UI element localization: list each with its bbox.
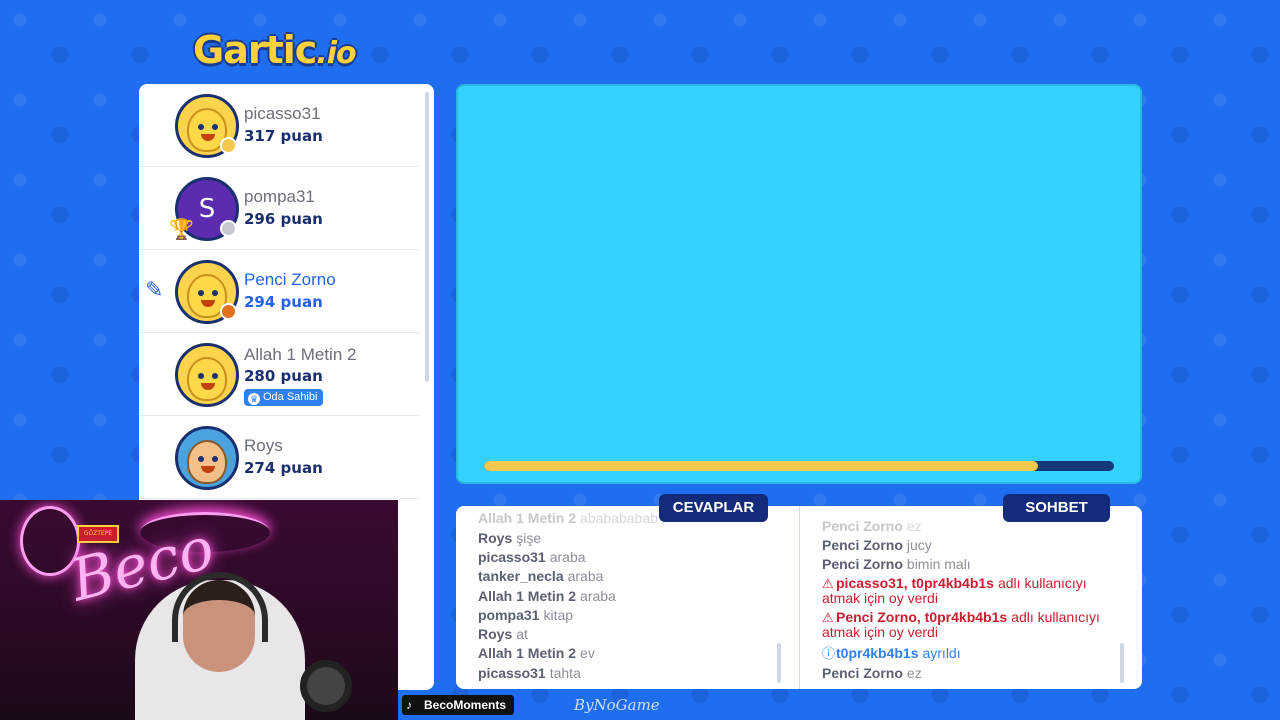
message-author: Roys	[478, 626, 513, 643]
player-score: 317 puan	[244, 127, 323, 145]
message-text: araba	[580, 587, 616, 604]
avatar	[175, 343, 239, 407]
vote-kick-message: ⚠ Penci Zorno, t0pr4kb4b1s adlı kullanıcıy…	[822, 610, 1118, 640]
message-row: picasso31 tahta	[478, 664, 775, 683]
message-text: ez	[906, 664, 922, 681]
player-score: 294 puan	[244, 293, 323, 311]
avatar-letter: S	[198, 194, 216, 224]
message-row: picasso31 araba	[478, 548, 775, 567]
message-text: bimin malı	[906, 556, 971, 573]
player-score: 280 puan	[244, 367, 323, 385]
badge-label: Oda Sahibi	[263, 391, 318, 403]
answers-scrollbar[interactable]	[777, 643, 781, 683]
player-row[interactable]: picasso31 317 puan	[139, 84, 420, 167]
player-row[interactable]: S 🏆 pompa31 296 puan	[139, 167, 420, 250]
message-text: tahta	[549, 664, 581, 681]
message-row: Roys şişe	[478, 529, 775, 548]
message-author: Allah 1 Metin 2	[478, 510, 577, 527]
message-author: picasso31	[478, 548, 546, 565]
message-row: Penci Zorno bimin malı	[822, 555, 1118, 574]
chat-scrollbar[interactable]	[1120, 643, 1124, 683]
message-text: ababababab	[580, 510, 658, 527]
trophy-icon: 🏆	[169, 217, 194, 241]
logo-text: Gartic	[193, 28, 317, 72]
vote-kick-message: ⚠ picasso31, t0pr4kb4b1s adlı kullanıcıyı …	[822, 576, 1118, 606]
message-text: at	[516, 626, 528, 643]
message-text: kitap	[543, 606, 574, 623]
answers-panel: Allah 1 Metin 2 ababababab Roys şişe picasso…	[456, 506, 799, 689]
message-author: Penci Zorno	[822, 556, 903, 573]
message-row: Roys at	[478, 625, 775, 644]
warning-icon: ⚠	[822, 610, 834, 626]
webcam-overlay: GÖZTEPE Beco	[0, 500, 398, 720]
player-row[interactable]: Allah 1 Metin 2 280 puan ♛ Oda Sahibi	[139, 333, 420, 416]
message-row: tanker_necla araba	[478, 567, 775, 586]
avatar	[175, 426, 239, 490]
player-list-scrollbar[interactable]	[425, 92, 429, 382]
smiley-face-icon	[187, 357, 227, 401]
player-name: picasso31	[244, 104, 321, 123]
answers-tab[interactable]: CEVAPLAR	[659, 494, 768, 522]
timer-fill	[484, 461, 1039, 471]
drawing-canvas[interactable]	[456, 84, 1142, 484]
message-row: pompa31 kitap	[478, 606, 775, 625]
message-row: Allah 1 Metin 2 araba	[478, 587, 775, 606]
tiktok-tag: ♪ BecoMoments	[402, 695, 515, 715]
player-name: Roys	[244, 436, 283, 455]
message-author: Penci Zorno	[822, 536, 903, 553]
chat-panel: Penci Zorno ez Penci Zorno jucy Penci Zorno b…	[799, 506, 1142, 689]
status-dot	[220, 220, 237, 237]
message-text: araba	[549, 548, 586, 565]
steering-wheel-icon	[300, 660, 352, 712]
message-author: pompa31	[478, 606, 540, 623]
message-row: Penci Zorno jucy	[822, 536, 1118, 555]
room-owner-badge: ♛ Oda Sahibi	[244, 389, 324, 406]
message-text: ez	[906, 517, 922, 534]
player-score: 296 puan	[244, 210, 323, 228]
chat-list: Penci Zorno ez Penci Zorno jucy Penci Zorno b…	[822, 517, 1118, 683]
pencil-icon: ✎	[145, 278, 164, 303]
status-dot	[220, 137, 237, 154]
message-text: araba	[567, 568, 604, 585]
message-author: Allah 1 Metin 2	[478, 587, 577, 604]
message-author: Penci Zorno	[822, 664, 903, 681]
message-text: şişe	[516, 529, 542, 546]
warning-icon: ⚠	[822, 576, 834, 592]
by-watermark: ByNoGame	[574, 696, 660, 714]
tag-text: BecoMoments	[424, 698, 507, 712]
message-author: t0pr4kb4b1s	[836, 645, 919, 662]
player-name: Allah 1 Metin 2	[244, 345, 357, 364]
message-author: Allah 1 Metin 2	[478, 645, 577, 662]
message-author: Penci Zorno	[822, 517, 903, 534]
player-score: 274 puan	[244, 459, 323, 477]
chat-tab[interactable]: SOHBET	[1003, 494, 1110, 522]
player-name: pompa31	[244, 187, 315, 206]
answers-list: Allah 1 Metin 2 ababababab Roys şişe picasso…	[478, 509, 775, 683]
bearded-face-icon	[187, 440, 227, 484]
message-row: Allah 1 Metin 2 ev	[478, 644, 775, 663]
player-row[interactable]: Roys 274 puan	[139, 416, 420, 499]
message-author: picasso31	[478, 664, 546, 681]
tiktok-icon: ♪	[406, 698, 412, 712]
timer-bar	[484, 461, 1114, 471]
crown-icon: ♛	[248, 393, 260, 405]
player-row-drawing[interactable]: ✎ Penci Zorno 294 puan	[139, 250, 420, 333]
leave-message: ⓘt0pr4kb4b1s ayrıldı	[822, 644, 1118, 663]
message-text: jucy	[906, 536, 932, 553]
logo-suffix: .io	[316, 36, 356, 71]
message-author: tanker_necla	[478, 568, 564, 585]
gartic-logo: Gartic.io	[193, 28, 357, 74]
message-text: ayrıldı	[922, 645, 961, 662]
message-author: picasso31, t0pr4kb4b1s	[836, 575, 994, 592]
message-author: Roys	[478, 529, 513, 546]
player-name: Penci Zorno	[244, 270, 336, 289]
message-author: Penci Zorno, t0pr4kb4b1s	[836, 609, 1008, 626]
message-text: ev	[580, 645, 595, 662]
message-row: Penci Zorno ez	[822, 664, 1118, 683]
info-icon: ⓘ	[822, 646, 836, 662]
status-dot	[220, 303, 237, 320]
